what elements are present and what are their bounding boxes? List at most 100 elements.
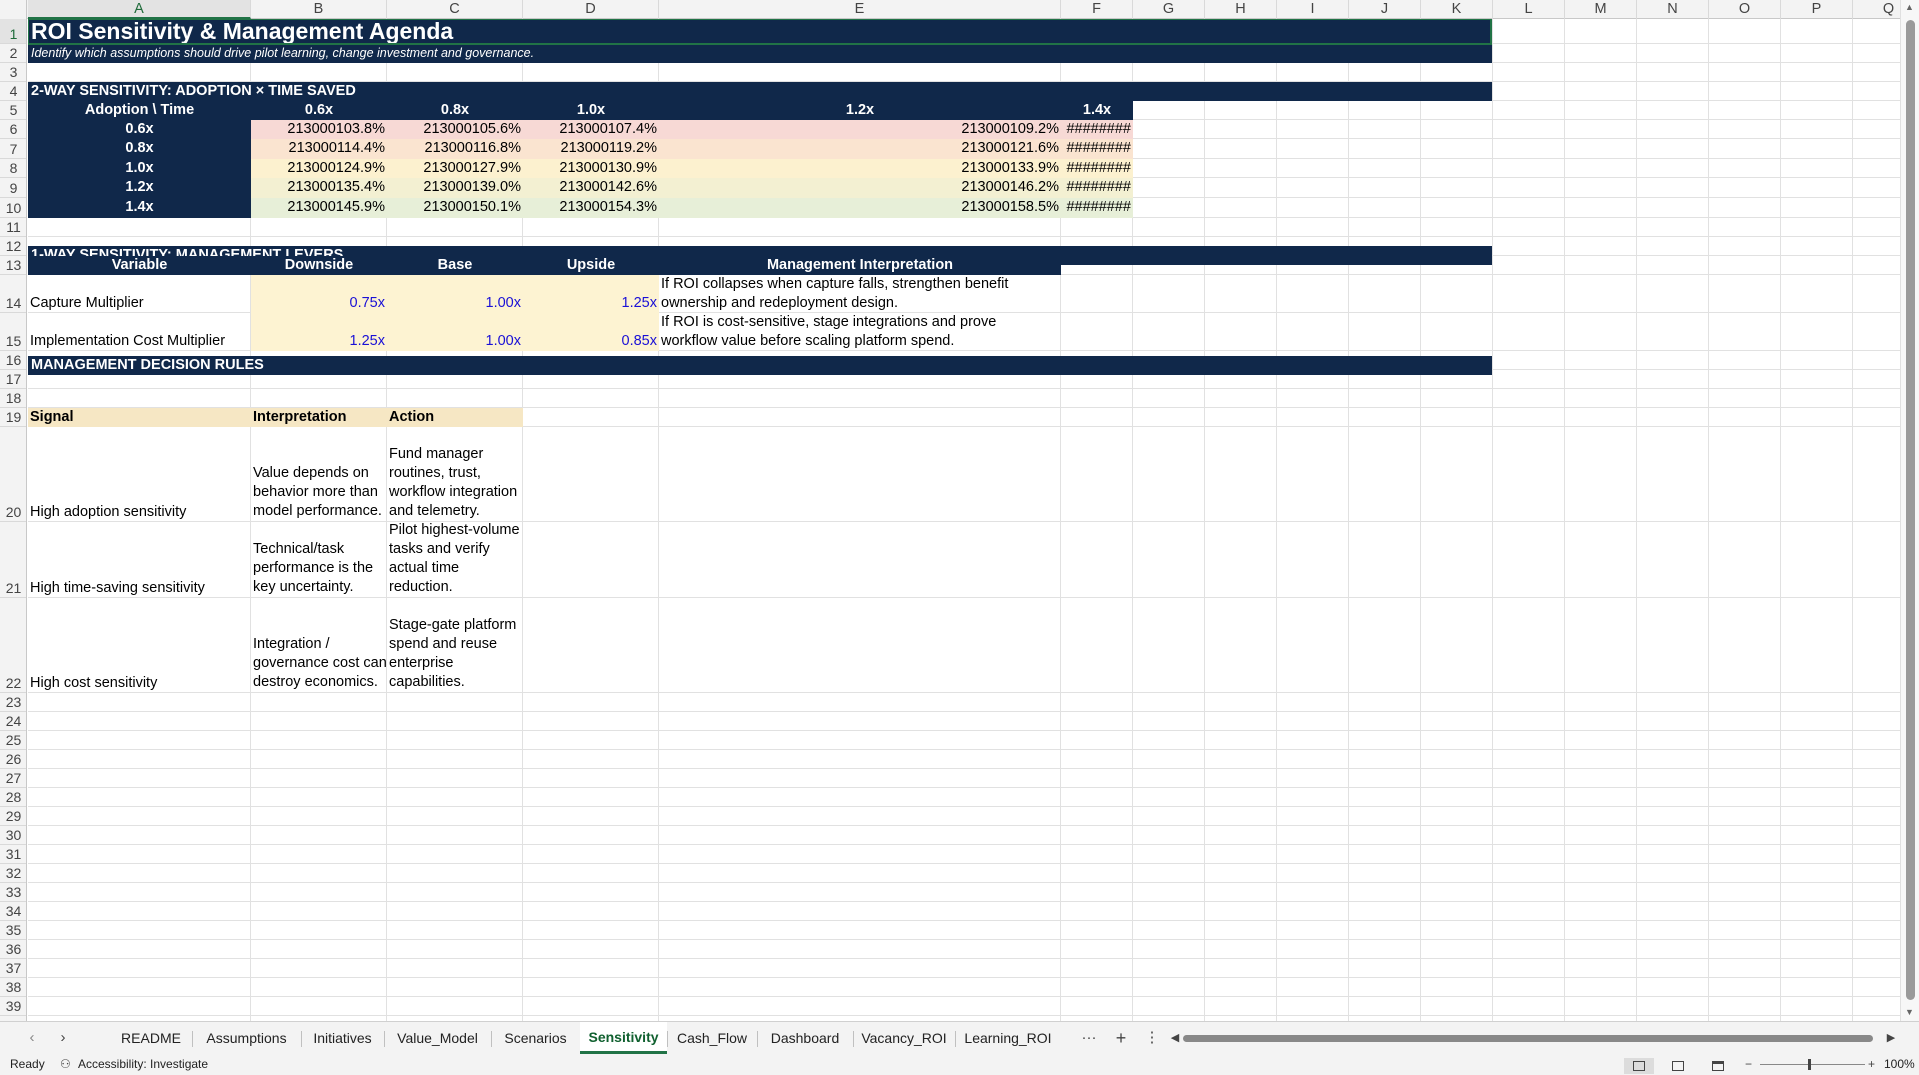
- row-header-27[interactable]: 27: [0, 769, 26, 788]
- sheet-tab-vacancy-roi[interactable]: Vacancy_ROI: [853, 1022, 955, 1054]
- lever-base-cell[interactable]: 1.00x: [387, 313, 523, 351]
- rule-signal-cell[interactable]: High adoption sensitivity: [28, 427, 251, 522]
- column-header-e[interactable]: E: [659, 0, 1061, 19]
- row-header-2[interactable]: 2: [0, 44, 26, 63]
- row-header-7[interactable]: 7: [0, 139, 26, 159]
- sheet-tab-assumptions[interactable]: Assumptions: [192, 1022, 301, 1054]
- more-sheets-icon[interactable]: ···: [1078, 1022, 1100, 1054]
- rule-interpretation-cell[interactable]: Technical/task performance is the key un…: [251, 522, 387, 598]
- accessibility-status[interactable]: Accessibility: Investigate: [78, 1054, 208, 1075]
- vertical-scrollbar[interactable]: ▲ ▼: [1900, 0, 1919, 1021]
- sensitivity-value-cell[interactable]: 213000107.4%: [523, 120, 659, 139]
- column-header-i[interactable]: I: [1277, 0, 1349, 19]
- zoom-level[interactable]: 100%: [1884, 1054, 1915, 1075]
- select-all-corner[interactable]: [0, 0, 27, 19]
- lever-interpretation-cell[interactable]: If ROI is cost-sensitive, stage integrat…: [659, 313, 1061, 351]
- row-header-23[interactable]: 23: [0, 693, 26, 712]
- time-header-cell[interactable]: 1.4x: [1061, 101, 1133, 120]
- lever-interpretation-cell[interactable]: If ROI collapses when capture falls, str…: [659, 275, 1061, 313]
- vertical-scroll-thumb[interactable]: [1906, 20, 1915, 1000]
- worksheet-grid[interactable]: ROI Sensitivity & Management Agenda Iden…: [28, 19, 1900, 1021]
- row-header-31[interactable]: 31: [0, 845, 26, 864]
- row-header-39[interactable]: 39: [0, 997, 26, 1016]
- sensitivity-value-cell[interactable]: ########: [1061, 198, 1133, 218]
- row-header-18[interactable]: 18: [0, 389, 26, 408]
- lever-header-cell[interactable]: Downside: [251, 256, 387, 275]
- horizontal-scroll-thumb[interactable]: [1183, 1035, 1873, 1042]
- row-header-10[interactable]: 10: [0, 198, 26, 218]
- row-header-14[interactable]: 14: [0, 275, 26, 313]
- rule-interpretation-cell[interactable]: Integration / governance cost can destro…: [251, 598, 387, 693]
- lever-header-cell[interactable]: Upside: [523, 256, 659, 275]
- time-header-cell[interactable]: 1.2x: [659, 101, 1061, 120]
- sensitivity-value-cell[interactable]: 213000121.6%: [659, 139, 1061, 159]
- column-header-g[interactable]: G: [1133, 0, 1205, 19]
- rule-action-cell[interactable]: Stage-gate platform spend and reuse ente…: [387, 598, 523, 693]
- sensitivity-value-cell[interactable]: 213000130.9%: [523, 159, 659, 178]
- row-header-12[interactable]: 12: [0, 237, 26, 256]
- rule-action-cell[interactable]: Fund manager routines, trust, workflow i…: [387, 427, 523, 522]
- row-header-11[interactable]: 11: [0, 218, 26, 237]
- time-header-cell[interactable]: 1.0x: [523, 101, 659, 120]
- column-header-h[interactable]: H: [1205, 0, 1277, 19]
- column-header-j[interactable]: J: [1349, 0, 1421, 19]
- zoom-in-icon[interactable]: +: [1868, 1054, 1875, 1075]
- sensitivity-value-cell[interactable]: 213000114.4%: [251, 139, 387, 159]
- sensitivity-value-cell[interactable]: 213000142.6%: [523, 178, 659, 198]
- sensitivity-value-cell[interactable]: 213000124.9%: [251, 159, 387, 178]
- adoption-label-cell[interactable]: 0.8x: [28, 139, 251, 159]
- sensitivity-value-cell[interactable]: 213000119.2%: [523, 139, 659, 159]
- sensitivity-value-cell[interactable]: 213000133.9%: [659, 159, 1061, 178]
- normal-view-button[interactable]: [1624, 1058, 1654, 1074]
- column-header-d[interactable]: D: [523, 0, 659, 19]
- adoption-label-cell[interactable]: 1.2x: [28, 178, 251, 198]
- column-header-m[interactable]: M: [1565, 0, 1637, 19]
- row-header-6[interactable]: 6: [0, 120, 26, 139]
- column-header-l[interactable]: L: [1493, 0, 1565, 19]
- lever-variable-cell[interactable]: Capture Multiplier: [28, 275, 251, 313]
- row-header-3[interactable]: 3: [0, 63, 26, 82]
- row-header-24[interactable]: 24: [0, 712, 26, 731]
- sheet-tab-scenarios[interactable]: Scenarios: [491, 1022, 580, 1054]
- lever-header-cell[interactable]: Management Interpretation: [659, 256, 1061, 275]
- adoption-label-cell[interactable]: 1.0x: [28, 159, 251, 178]
- sensitivity-value-cell[interactable]: 213000145.9%: [251, 198, 387, 218]
- row-header-16[interactable]: 16: [0, 351, 26, 370]
- tab-options-icon[interactable]: ⋮: [1144, 1022, 1160, 1054]
- sensitivity-value-cell[interactable]: 213000103.8%: [251, 120, 387, 139]
- row-header-25[interactable]: 25: [0, 731, 26, 750]
- scroll-down-icon[interactable]: ▼: [1905, 1007, 1914, 1017]
- rule-signal-cell[interactable]: High cost sensitivity: [28, 598, 251, 693]
- next-sheet-icon[interactable]: ›: [53, 1022, 73, 1054]
- sensitivity-value-cell[interactable]: ########: [1061, 178, 1133, 198]
- sensitivity-value-cell[interactable]: 213000158.5%: [659, 198, 1061, 218]
- scroll-right-icon[interactable]: ▶: [1884, 1022, 1898, 1054]
- column-header-b[interactable]: B: [251, 0, 387, 19]
- row-header-8[interactable]: 8: [0, 159, 26, 178]
- active-cell-selection[interactable]: [28, 19, 1492, 45]
- lever-header-cell[interactable]: Base: [387, 256, 523, 275]
- adoption-label-cell[interactable]: 0.6x: [28, 120, 251, 139]
- zoom-slider[interactable]: [1760, 1064, 1865, 1065]
- column-header-p[interactable]: P: [1781, 0, 1853, 19]
- lever-downside-cell[interactable]: 1.25x: [251, 313, 387, 351]
- corner-label-cell[interactable]: Adoption \ Time: [28, 101, 251, 120]
- add-sheet-icon[interactable]: +: [1110, 1022, 1132, 1054]
- sheet-tab-dashboard[interactable]: Dashboard: [757, 1022, 853, 1054]
- rule-header-cell[interactable]: Action: [387, 408, 523, 427]
- lever-downside-cell[interactable]: 0.75x: [251, 275, 387, 313]
- row-header-19[interactable]: 19: [0, 408, 26, 427]
- sensitivity-value-cell[interactable]: 213000139.0%: [387, 178, 523, 198]
- lever-header-cell[interactable]: Variable: [28, 256, 251, 275]
- sheet-tab-value-model[interactable]: Value_Model: [384, 1022, 491, 1054]
- row-header-9[interactable]: 9: [0, 178, 26, 198]
- row-header-34[interactable]: 34: [0, 902, 26, 921]
- column-header-a[interactable]: A: [28, 0, 251, 19]
- time-header-cell[interactable]: 0.8x: [387, 101, 523, 120]
- column-header-f[interactable]: F: [1061, 0, 1133, 19]
- sensitivity-value-cell[interactable]: 213000109.2%: [659, 120, 1061, 139]
- sheet-tab-learning-roi[interactable]: Learning_ROI: [955, 1022, 1061, 1054]
- rule-header-cell[interactable]: Signal: [28, 408, 251, 427]
- row-header-33[interactable]: 33: [0, 883, 26, 902]
- row-header-36[interactable]: 36: [0, 940, 26, 959]
